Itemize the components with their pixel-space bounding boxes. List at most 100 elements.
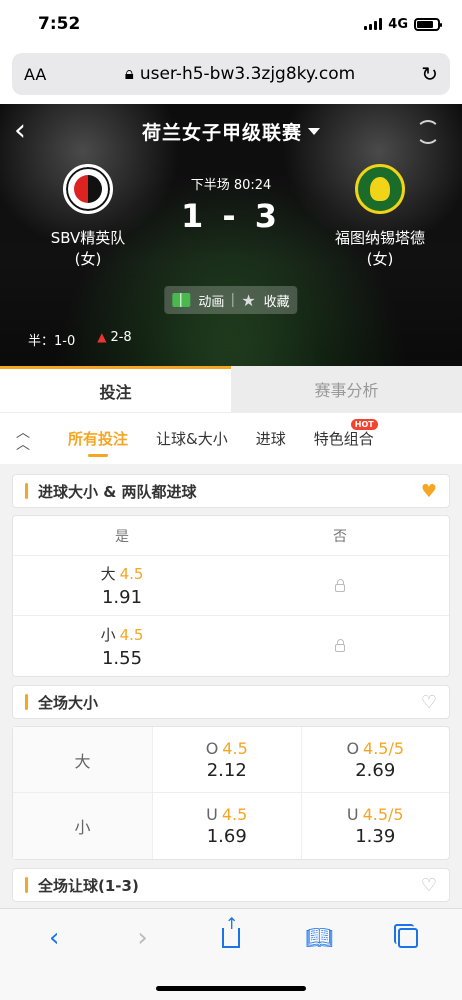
home-team-suffix: (女) [74,250,102,268]
pitch-icon[interactable] [172,293,191,307]
forward-icon[interactable]: › [123,923,163,953]
column-no: 否 [333,528,347,545]
battery-icon [414,17,442,31]
odds-row: 大 4.5 1.91 [13,556,449,616]
selection-label: 小 [100,625,116,644]
reader-aa-button[interactable]: AA [24,65,64,84]
reload-icon[interactable]: ↻ [416,62,438,86]
back-chevron-icon[interactable]: ‹ [14,116,26,146]
heart-filled-icon[interactable]: ♥ [421,481,437,502]
selection-label: 小 [13,793,153,859]
lock-icon [335,639,345,652]
league-selector[interactable]: 荷兰女子甲级联赛 [142,118,320,145]
match-action-bar: 动画 ★ 收藏 [164,286,298,314]
half-time-score: 半：1-0 [28,334,76,349]
status-indicators: 4G [364,16,442,32]
odds-value: 1.55 [101,647,143,669]
away-team-name: 福图纳锡塔德 [334,229,425,247]
line-value: 4.5 [119,625,144,644]
status-bar: 7:52 4G [0,0,462,48]
line-value: 4.5/5 [362,805,404,824]
market-card-btts: 是 否 大 4.5 1.91 小 4.5 1.55 [12,515,450,677]
column-headers: 是 否 [13,516,449,556]
main-tabs: 投注 赛事分析 [0,366,462,412]
line-value: 4.5 [119,565,144,583]
odds-button[interactable]: O 4.5 2.12 [153,727,302,792]
away-team: 福图纳锡塔德 (女) [310,164,450,270]
odds-value: 2.12 [206,759,247,781]
subtab-specials[interactable]: 特色组合 HOT [313,413,378,465]
locked-odds-cell [231,616,449,676]
odds-row: 大 O 4.5 2.12 O 4.5/5 2.69 [13,727,449,793]
odds-value: 1.91 [101,587,143,608]
corner-flag-icon: ▲ [97,330,107,344]
locked-odds-cell [231,556,449,615]
divider [232,293,234,307]
address-bar[interactable]: AA 🔒︎ user-h5-bw3.3zjg8ky.com ↻ [12,53,450,95]
star-icon[interactable]: ★ [241,291,255,310]
league-title: 荷兰女子甲级联赛 [141,121,302,144]
subtab-specials-label: 特色组合 [313,430,374,448]
match-stats: 半：1-0 ▲ 2-8 [28,330,132,349]
odds-row: 小 U 4.5 1.69 U 4.5/5 1.39 [13,793,449,859]
favorite-button[interactable]: 收藏 [264,291,290,310]
markets-list: 进球大小 & 两队都进球 ♥ 是 否 大4.5 1.91 小4.5 1.55 [0,464,462,902]
network-label: 4G [388,16,408,32]
odds-value: 1.69 [206,826,247,847]
selection-label: 大 [100,565,116,583]
subtab-handicap-ou[interactable]: 让球&大小 [156,413,228,465]
odds-button[interactable]: 大 4.5 1.91 [13,556,231,615]
header-nav: ‹ 荷兰女子甲级联赛 [0,114,462,148]
odds-button[interactable]: O 4.5/5 2.69 [302,727,450,792]
url-text: user-h5-bw3.3zjg8ky.com [139,64,356,84]
market-title: 全场让球(1-3) [25,875,139,896]
line-prefix: U [346,805,359,824]
home-indicator[interactable] [156,986,306,991]
bookmarks-icon[interactable]: 📖︎ [299,926,339,951]
status-time: 7:52 [38,14,81,34]
lock-icon: 🔒︎ [124,64,134,84]
odds-button[interactable]: U 4.5 1.69 [153,793,302,859]
line-prefix: O [205,738,219,758]
subtab-all-bets[interactable]: 所有投注 [68,413,128,465]
browser-address-area: AA 🔒︎ user-h5-bw3.3zjg8ky.com ↻ [0,48,462,104]
market-header-handicap[interactable]: 全场让球(1-3) ♡ [12,868,450,902]
share-icon [221,914,240,948]
line-prefix: O [346,738,360,758]
away-team-suffix: (女) [366,250,394,268]
hot-badge: HOT [350,418,378,430]
market-title: 全场大小 [25,692,98,713]
column-yes: 是 [115,528,129,545]
odds-button[interactable]: 小 4.5 1.55 [13,616,231,676]
heart-outline-icon[interactable]: ♡ [421,692,437,713]
corner-count: 2-8 [110,330,132,345]
tabs-button[interactable] [388,924,428,948]
market-header-btts[interactable]: 进球大小 & 两队都进球 ♥ [12,474,450,508]
odds-value: 1.39 [355,826,396,847]
tab-analysis[interactable]: 赛事分析 [231,366,462,412]
collapse-all-icon[interactable]: ︿ ︿ [16,426,36,452]
market-header-total[interactable]: 全场大小 ♡ [12,685,450,719]
odds-row: 小 4.5 1.55 [13,616,449,676]
refresh-icon[interactable] [416,120,440,144]
subtab-goals[interactable]: 进球 [256,413,286,465]
away-team-logo [355,164,405,214]
line-prefix: U [206,805,218,824]
line-value: 4.5 [221,805,248,824]
caret-down-icon [308,127,320,135]
bet-category-tabs: ︿ ︿ 所有投注 让球&大小 进球 特色组合 HOT [0,412,462,464]
heart-outline-icon[interactable]: ♡ [421,875,437,896]
tab-betting[interactable]: 投注 [0,366,231,412]
tabs-icon [393,924,418,948]
signal-icon [364,18,383,30]
match-header: ‹ 荷兰女子甲级联赛 SBV精英队 (女) 下半场 80:24 1 - 3 福图… [0,104,462,366]
market-title: 进球大小 & 两队都进球 [25,481,197,502]
share-button[interactable] [211,914,251,948]
odds-value: 2.69 [355,759,396,781]
odds-button[interactable]: U 4.5/5 1.39 [302,793,450,859]
animation-button[interactable]: 动画 [198,291,224,310]
url-display[interactable]: 🔒︎ user-h5-bw3.3zjg8ky.com [64,64,416,84]
lock-icon [335,578,345,592]
line-value: 4.5 [222,738,248,758]
back-icon[interactable]: ‹ [34,923,74,953]
